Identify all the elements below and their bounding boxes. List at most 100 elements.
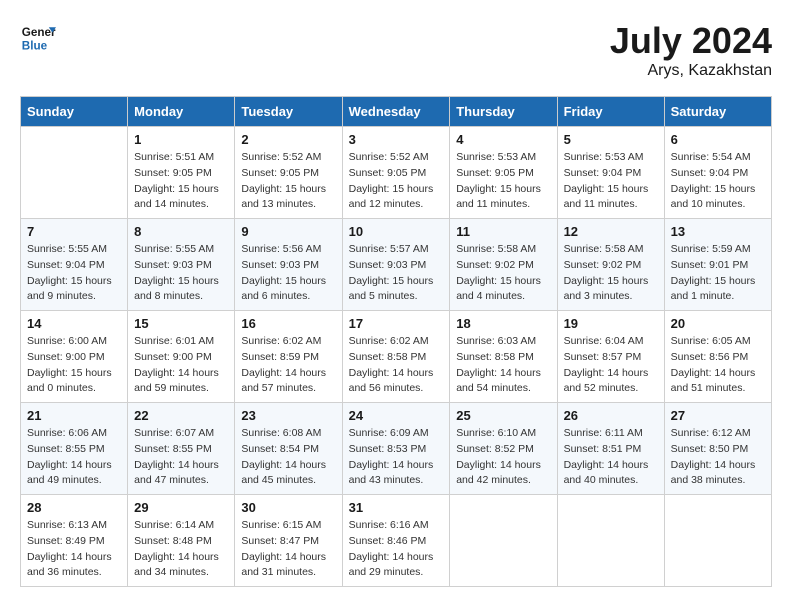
header-wednesday: Wednesday [342, 97, 450, 127]
header-tuesday: Tuesday [235, 97, 342, 127]
logo-icon: General Blue [20, 20, 56, 56]
calendar-cell: 15 Sunrise: 6:01 AMSunset: 9:00 PMDayligh… [128, 311, 235, 403]
day-info: Sunrise: 6:02 AMSunset: 8:59 PMDaylight:… [241, 334, 335, 397]
calendar-cell: 2 Sunrise: 5:52 AMSunset: 9:05 PMDaylight… [235, 127, 342, 219]
day-info: Sunrise: 6:03 AMSunset: 8:58 PMDaylight:… [456, 334, 550, 397]
calendar-cell: 21 Sunrise: 6:06 AMSunset: 8:55 PMDayligh… [21, 403, 128, 495]
day-number: 29 [134, 500, 228, 515]
title-block: July 2024 Arys, Kazakhstan [610, 20, 772, 80]
day-info: Sunrise: 5:57 AMSunset: 9:03 PMDaylight:… [349, 242, 444, 305]
calendar-cell: 19Sunrise: 6:04 AMSunset: 8:57 PMDayligh… [557, 311, 664, 403]
day-number: 25 [456, 408, 550, 423]
week-row-3: 14Sunrise: 6:00 AMSunset: 9:00 PMDayligh… [21, 311, 772, 403]
day-number: 14 [27, 316, 121, 331]
calendar-cell [21, 127, 128, 219]
calendar-cell: 20 Sunrise: 6:05 AMSunset: 8:56 PMDayligh… [664, 311, 771, 403]
day-info: Sunrise: 6:14 AMSunset: 8:48 PMDaylight:… [134, 518, 228, 581]
header-friday: Friday [557, 97, 664, 127]
day-number: 19 [564, 316, 658, 331]
calendar-cell: 13Sunrise: 5:59 AMSunset: 9:01 PMDayligh… [664, 219, 771, 311]
week-row-4: 21 Sunrise: 6:06 AMSunset: 8:55 PMDayligh… [21, 403, 772, 495]
calendar-cell: 23 Sunrise: 6:08 AMSunset: 8:54 PMDayligh… [235, 403, 342, 495]
day-info: Sunrise: 5:59 AMSunset: 9:01 PMDaylight:… [671, 242, 765, 305]
day-info: Sunrise: 5:52 AMSunset: 9:05 PMDaylight:… [349, 150, 444, 213]
header-monday: Monday [128, 97, 235, 127]
calendar-cell: 14Sunrise: 6:00 AMSunset: 9:00 PMDayligh… [21, 311, 128, 403]
day-number: 21 [27, 408, 121, 423]
calendar-cell: 24 Sunrise: 6:09 AMSunset: 8:53 PMDayligh… [342, 403, 450, 495]
week-row-1: 1 Sunrise: 5:51 AMSunset: 9:05 PMDaylight… [21, 127, 772, 219]
day-info: Sunrise: 5:52 AMSunset: 9:05 PMDaylight:… [241, 150, 335, 213]
location: Arys, Kazakhstan [610, 62, 772, 80]
calendar-cell: 7 Sunrise: 5:55 AMSunset: 9:04 PMDaylight… [21, 219, 128, 311]
calendar-cell: 29 Sunrise: 6:14 AMSunset: 8:48 PMDayligh… [128, 495, 235, 587]
day-number: 24 [349, 408, 444, 423]
day-number: 6 [671, 132, 765, 147]
day-info: Sunrise: 5:55 AMSunset: 9:03 PMDaylight:… [134, 242, 228, 305]
calendar-cell: 28 Sunrise: 6:13 AMSunset: 8:49 PMDayligh… [21, 495, 128, 587]
calendar-cell: 22Sunrise: 6:07 AMSunset: 8:55 PMDayligh… [128, 403, 235, 495]
day-info: Sunrise: 6:15 AMSunset: 8:47 PMDaylight:… [241, 518, 335, 581]
svg-text:Blue: Blue [22, 40, 48, 53]
day-number: 7 [27, 224, 121, 239]
day-info: Sunrise: 6:09 AMSunset: 8:53 PMDaylight:… [349, 426, 444, 489]
day-number: 5 [564, 132, 658, 147]
day-number: 27 [671, 408, 765, 423]
day-info: Sunrise: 6:13 AMSunset: 8:49 PMDaylight:… [27, 518, 121, 581]
calendar-cell: 9 Sunrise: 5:56 AMSunset: 9:03 PMDaylight… [235, 219, 342, 311]
header-sunday: Sunday [21, 97, 128, 127]
calendar-cell: 3 Sunrise: 5:52 AMSunset: 9:05 PMDaylight… [342, 127, 450, 219]
calendar-cell: 30Sunrise: 6:15 AMSunset: 8:47 PMDayligh… [235, 495, 342, 587]
day-info: Sunrise: 5:55 AMSunset: 9:04 PMDaylight:… [27, 242, 121, 305]
day-number: 9 [241, 224, 335, 239]
calendar-cell: 16 Sunrise: 6:02 AMSunset: 8:59 PMDayligh… [235, 311, 342, 403]
calendar-cell: 10 Sunrise: 5:57 AMSunset: 9:03 PMDayligh… [342, 219, 450, 311]
day-info: Sunrise: 6:01 AMSunset: 9:00 PMDaylight:… [134, 334, 228, 397]
day-number: 12 [564, 224, 658, 239]
calendar-cell: 18 Sunrise: 6:03 AMSunset: 8:58 PMDayligh… [450, 311, 557, 403]
day-number: 1 [134, 132, 228, 147]
day-number: 20 [671, 316, 765, 331]
header-thursday: Thursday [450, 97, 557, 127]
day-number: 23 [241, 408, 335, 423]
calendar-cell: 31Sunrise: 6:16 AMSunset: 8:46 PMDayligh… [342, 495, 450, 587]
calendar-cell: 25 Sunrise: 6:10 AMSunset: 8:52 PMDayligh… [450, 403, 557, 495]
calendar-cell: 6 Sunrise: 5:54 AMSunset: 9:04 PMDaylight… [664, 127, 771, 219]
calendar-cell: 17Sunrise: 6:02 AMSunset: 8:58 PMDayligh… [342, 311, 450, 403]
calendar-cell [664, 495, 771, 587]
day-info: Sunrise: 6:02 AMSunset: 8:58 PMDaylight:… [349, 334, 444, 397]
calendar-cell: 8 Sunrise: 5:55 AMSunset: 9:03 PMDaylight… [128, 219, 235, 311]
day-number: 4 [456, 132, 550, 147]
week-row-5: 28 Sunrise: 6:13 AMSunset: 8:49 PMDayligh… [21, 495, 772, 587]
day-number: 8 [134, 224, 228, 239]
day-number: 22 [134, 408, 228, 423]
calendar-header-row: SundayMondayTuesdayWednesdayThursdayFrid… [21, 97, 772, 127]
day-info: Sunrise: 6:08 AMSunset: 8:54 PMDaylight:… [241, 426, 335, 489]
day-number: 2 [241, 132, 335, 147]
day-number: 15 [134, 316, 228, 331]
day-number: 3 [349, 132, 444, 147]
day-info: Sunrise: 5:58 AMSunset: 9:02 PMDaylight:… [456, 242, 550, 305]
day-info: Sunrise: 5:58 AMSunset: 9:02 PMDaylight:… [564, 242, 658, 305]
day-number: 28 [27, 500, 121, 515]
month-year: July 2024 [610, 20, 772, 62]
day-info: Sunrise: 6:11 AMSunset: 8:51 PMDaylight:… [564, 426, 658, 489]
calendar-cell: 26Sunrise: 6:11 AMSunset: 8:51 PMDayligh… [557, 403, 664, 495]
header-saturday: Saturday [664, 97, 771, 127]
day-number: 16 [241, 316, 335, 331]
day-info: Sunrise: 5:51 AMSunset: 9:05 PMDaylight:… [134, 150, 228, 213]
calendar-cell: 5 Sunrise: 5:53 AMSunset: 9:04 PMDaylight… [557, 127, 664, 219]
day-info: Sunrise: 5:56 AMSunset: 9:03 PMDaylight:… [241, 242, 335, 305]
calendar-cell: 27 Sunrise: 6:12 AMSunset: 8:50 PMDayligh… [664, 403, 771, 495]
day-number: 10 [349, 224, 444, 239]
day-info: Sunrise: 5:53 AMSunset: 9:04 PMDaylight:… [564, 150, 658, 213]
day-info: Sunrise: 6:06 AMSunset: 8:55 PMDaylight:… [27, 426, 121, 489]
calendar-cell: 12 Sunrise: 5:58 AMSunset: 9:02 PMDayligh… [557, 219, 664, 311]
calendar-cell [450, 495, 557, 587]
day-info: Sunrise: 6:05 AMSunset: 8:56 PMDaylight:… [671, 334, 765, 397]
day-info: Sunrise: 5:54 AMSunset: 9:04 PMDaylight:… [671, 150, 765, 213]
day-info: Sunrise: 6:12 AMSunset: 8:50 PMDaylight:… [671, 426, 765, 489]
day-number: 18 [456, 316, 550, 331]
logo: General Blue General Blue [20, 20, 56, 56]
day-info: Sunrise: 6:10 AMSunset: 8:52 PMDaylight:… [456, 426, 550, 489]
